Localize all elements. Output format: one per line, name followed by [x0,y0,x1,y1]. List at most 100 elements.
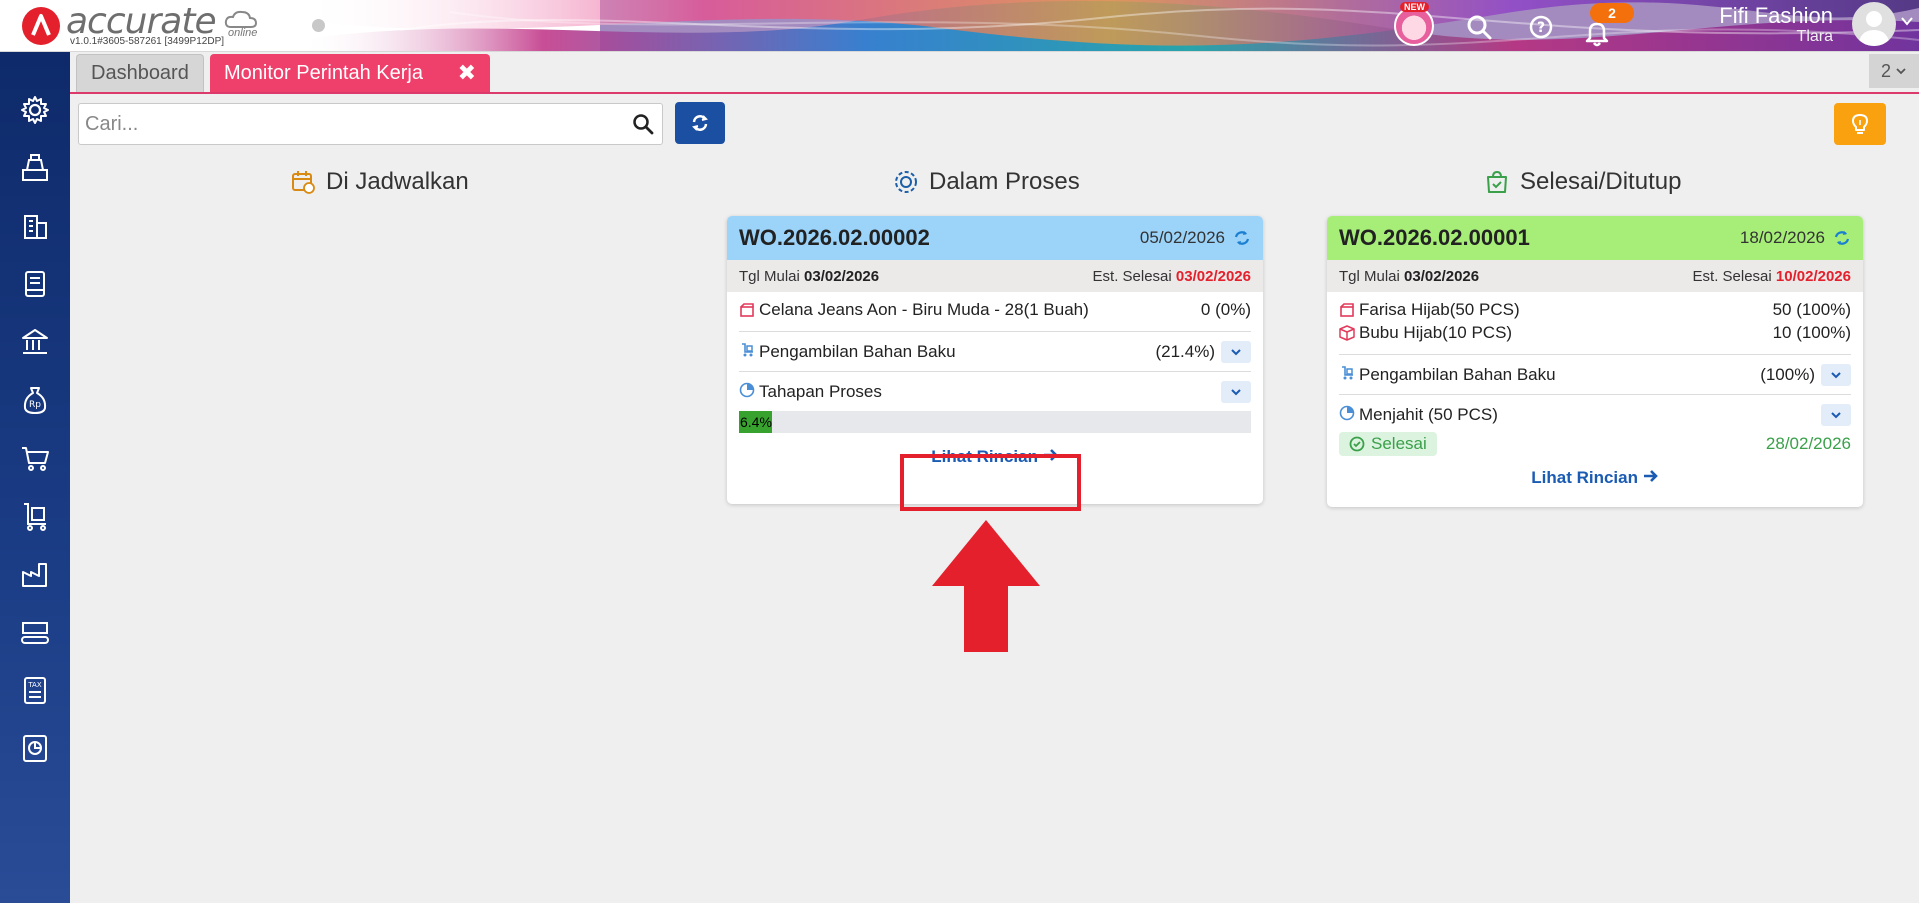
building-icon[interactable] [15,206,55,246]
product-row: Bubu Hijab(10 PCS) 10 (100%) [1327,323,1863,346]
column-done-title: Selesai/Ditutup [1520,168,1682,195]
chevron-down-icon [1831,411,1841,418]
bank-icon[interactable] [15,322,55,362]
refresh-icon [692,115,708,131]
work-order-number[interactable]: WO.2026.02.00001 [1339,225,1530,251]
column-in-process-title: Dalam Proses [929,168,1080,195]
top-header: accurate online v1.0.1#3605-587261 [3499… [0,0,1919,52]
work-order-date: 18/02/2026 [1739,228,1825,247]
column-scheduled: Di Jadwalkan [290,164,469,200]
tab-bar: Dashboard Monitor Perintah Kerja ✖ 2 [70,52,1919,94]
svg-text:Rp: Rp [29,400,41,410]
new-feature-avatar[interactable] [1394,6,1434,46]
product-name: Celana Jeans Aon - Biru Muda - 28(1 Buah… [759,300,1089,319]
search-box [78,103,663,145]
chevron-down-icon [1231,388,1241,395]
user-name[interactable]: Fifi Fashion [1719,3,1833,29]
trolley-icon[interactable] [15,496,55,536]
start-date: Tgl Mulai 03/02/2026 [1339,267,1480,285]
new-badge: NEW [1400,2,1429,12]
conveyor-icon[interactable] [15,612,55,652]
chevron-down-icon [1896,68,1906,75]
material-icon [739,342,759,363]
material-progress: (21.4%) [1155,341,1215,361]
material-label: Pengambilan Bahan Baku [1359,364,1556,384]
product-name: Farisa Hijab(50 PCS) [1359,300,1520,319]
product-row: Celana Jeans Aon - Biru Muda - 28(1 Buah… [727,300,1263,323]
logo-sub: online [228,27,258,39]
process-progress-bar: 6.4% [739,411,1251,433]
search-icon[interactable] [632,113,654,135]
notification-count: 2 [1590,3,1634,23]
search-input[interactable] [79,104,619,144]
box-icon [1339,302,1359,323]
column-scheduled-title: Di Jadwalkan [326,168,469,195]
column-done: Selesai/Ditutup [1484,164,1681,200]
material-dropdown[interactable] [1221,340,1251,363]
material-row: Pengambilan Bahan Baku (100%) [1327,363,1863,386]
cloud-icon [224,10,258,28]
lightbulb-icon [1852,114,1868,134]
tips-button[interactable] [1834,103,1886,145]
material-dropdown[interactable] [1821,363,1851,386]
progress-fill: 6.4% [739,411,772,433]
close-icon[interactable]: ✖ [458,60,476,86]
process-dropdown[interactable] [1221,380,1251,403]
view-details-label: Lihat Rincian [1531,468,1638,487]
material-row: Pengambilan Bahan Baku (21.4%) [727,340,1263,363]
tab-dashboard[interactable]: Dashboard [76,54,204,92]
status-date: 28/02/2026 [1765,434,1851,453]
search-icon[interactable] [1460,8,1498,46]
gear-icon[interactable] [15,90,55,130]
process-label: Menjahit (50 PCS) [1359,404,1498,424]
view-details-link[interactable]: Lihat Rincian [1327,468,1863,488]
tab-count-dropdown[interactable]: 2 [1869,54,1919,88]
arrow-up-icon [932,520,1040,652]
refresh-icon[interactable] [1233,229,1251,247]
process-gear-icon [895,171,917,193]
material-progress: (100%) [1760,364,1815,384]
material-label: Pengambilan Bahan Baku [759,341,956,361]
status-row: Selesai 28/02/2026 [1327,432,1863,456]
work-order-number[interactable]: WO.2026.02.00002 [739,225,930,251]
product-row: Farisa Hijab(50 PCS) 50 (100%) [1327,300,1863,323]
card-dates: Tgl Mulai 03/02/2026 Est. Selesai 03/02/… [727,260,1263,292]
status-dot [312,19,325,32]
ledger-icon[interactable] [15,264,55,304]
column-in-process: Dalam Proses [893,164,1080,200]
tab-count-value: 2 [1880,60,1891,81]
process-dropdown[interactable] [1821,403,1851,426]
money-bag-icon[interactable]: Rp [15,380,55,420]
user-subtitle: Tlara [1796,28,1833,45]
product-progress: 0 (0%) [1200,300,1251,319]
chevron-down-icon[interactable] [1900,14,1914,28]
tax-icon[interactable]: TAX [15,670,55,710]
process-row: Tahapan Proses [727,380,1263,403]
package-icon [1339,325,1359,346]
refresh-button[interactable] [675,102,725,144]
sidebar: Rp TAX [0,52,70,903]
cash-register-icon[interactable] [15,148,55,188]
divider [739,331,1251,332]
logo-mark [22,7,60,45]
work-order-card: WO.2026.02.00001 18/02/2026 Tgl Mulai 03… [1327,216,1863,507]
refresh-icon[interactable] [1833,229,1851,247]
report-icon[interactable] [15,728,55,768]
estimated-finish: Est. Selesai 10/02/2026 [1692,267,1851,285]
cart-icon[interactable] [15,438,55,478]
user-avatar[interactable] [1852,2,1896,46]
tab-monitor-perintah-kerja[interactable]: Monitor Perintah Kerja ✖ [210,54,490,92]
process-label: Tahapan Proses [759,381,882,401]
factory-icon[interactable] [15,554,55,594]
start-date: Tgl Mulai 03/02/2026 [739,267,880,285]
check-circle-icon [1349,436,1365,452]
chevron-down-icon [1231,348,1241,355]
product-name: Bubu Hijab(10 PCS) [1359,323,1513,342]
svg-text:?: ? [1537,20,1545,36]
header-decoration [300,0,1919,51]
bag-check-icon [1487,170,1507,193]
highlight-box [900,454,1081,511]
tab-dashboard-label: Dashboard [91,62,189,84]
help-icon[interactable]: ? [1522,8,1560,46]
work-order-date: 05/02/2026 [1139,228,1225,247]
